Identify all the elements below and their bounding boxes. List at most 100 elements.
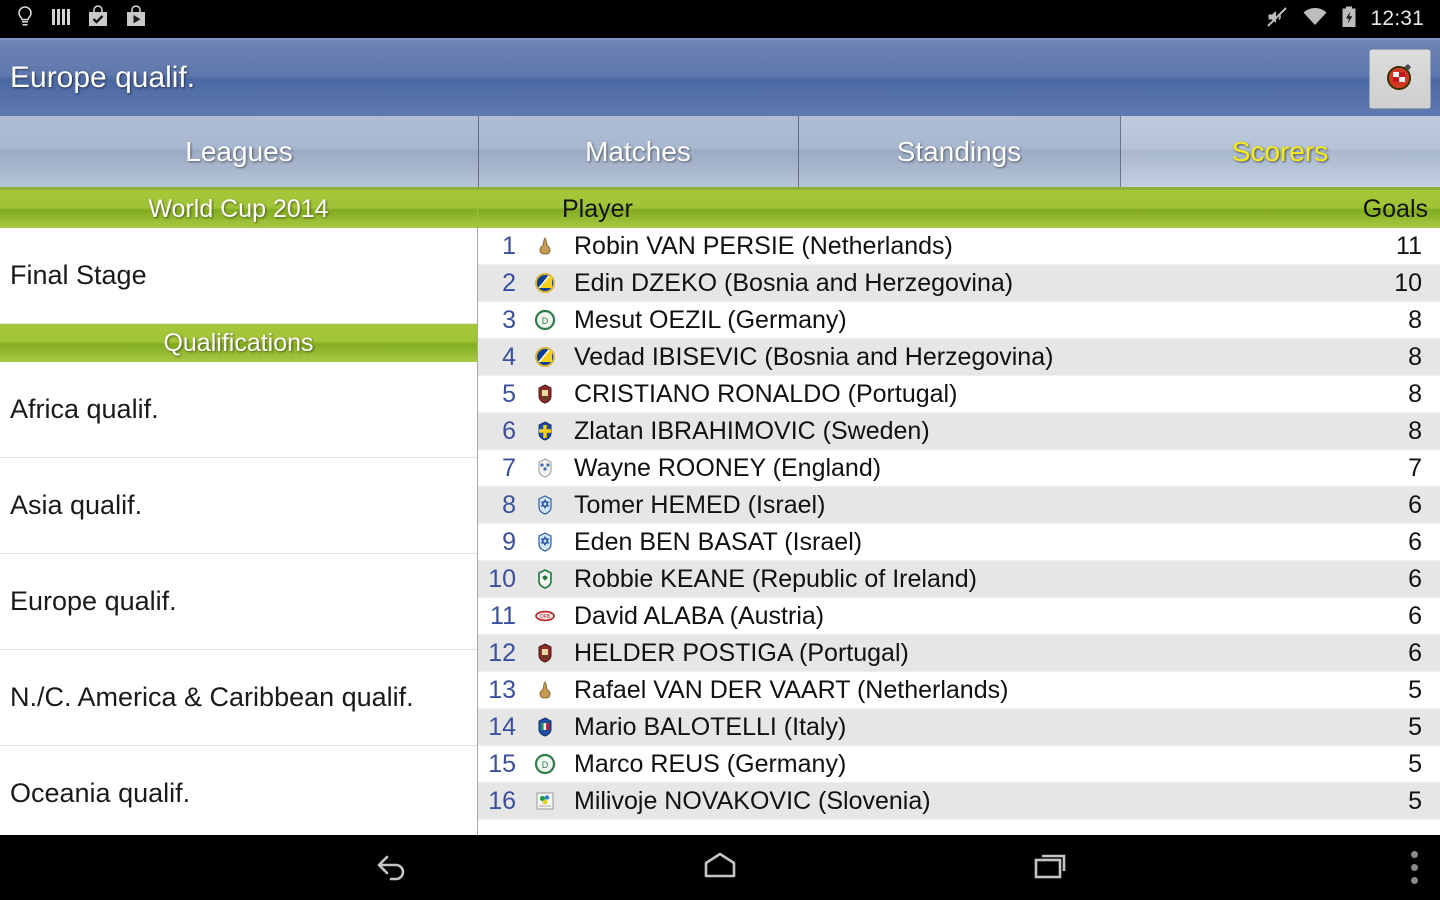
netherlands-flag-icon	[526, 235, 564, 257]
cell-rank: 16	[488, 786, 516, 815]
cell-player-name: Milivoje NOVAKOVIC (Slovenia)	[574, 786, 931, 815]
table-row[interactable]: 9 Eden BEN BASAT (Israel) 6	[478, 524, 1440, 561]
tab-leagues[interactable]: Leagues	[0, 116, 478, 187]
sidebar-item-label: Asia qualif.	[10, 490, 143, 520]
table-row[interactable]: 7 Wayne ROONEY (England) 7	[478, 450, 1440, 487]
cell-rank: 8	[502, 490, 516, 519]
table-row[interactable]: 4 Vedad IBISEVIC (Bosnia and Herzegovina)…	[478, 339, 1440, 376]
table-row[interactable]: 15 D Marco REUS (Germany) 5	[478, 746, 1440, 783]
tab-leagues-label: Leagues	[185, 135, 293, 167]
overflow-menu-icon	[1411, 851, 1418, 858]
status-bar-system: 12:31	[1265, 5, 1440, 34]
bosnia-and-herzegovina-flag-icon	[526, 346, 564, 368]
app-crest-button[interactable]	[1369, 49, 1431, 109]
cell-player-name: Eden BEN BASAT (Israel)	[574, 527, 863, 556]
cell-player-name: Robin VAN PERSIE (Netherlands)	[574, 231, 953, 260]
cell-goals: 5	[1408, 712, 1422, 741]
bars-icon	[50, 5, 72, 34]
cell-rank: 6	[502, 416, 516, 445]
home-button[interactable]	[645, 848, 795, 887]
austria-flag-icon: OFB	[526, 605, 564, 627]
cell-player-name: Wayne ROONEY (England)	[574, 453, 882, 482]
sidebar-item-final-stage[interactable]: Final Stage	[0, 228, 477, 324]
slovenia-flag-icon	[526, 790, 564, 812]
table-row[interactable]: 5 CRISTIANO RONALDO (Portugal) 8	[478, 376, 1440, 413]
checkbox-bag-icon	[86, 4, 110, 34]
sidebar-item-label: Final Stage	[10, 260, 147, 290]
table-row[interactable]: 8 Tomer HEMED (Israel) 6	[478, 487, 1440, 524]
lightbulb-icon	[14, 5, 36, 34]
netherlands-flag-icon	[526, 679, 564, 701]
sidebar-item-oceania-qualif[interactable]: Oceania qualif.	[0, 746, 477, 835]
sidebar-item-europe-qualif[interactable]: Europe qualif.	[0, 554, 477, 650]
table-row[interactable]: 3 D Mesut OEZIL (Germany) 8	[478, 302, 1440, 339]
table-row[interactable]: 12 HELDER POSTIGA (Portugal) 6	[478, 635, 1440, 672]
tab-scorers[interactable]: Scorers	[1120, 116, 1440, 187]
bosnia-and-herzegovina-flag-icon	[526, 272, 564, 294]
england-flag-icon	[526, 457, 564, 479]
portugal-flag-icon	[526, 642, 564, 664]
sidebar-item-africa-qualif[interactable]: Africa qualif.	[0, 362, 477, 458]
cell-player-name: Marco REUS (Germany)	[574, 749, 847, 778]
table-row[interactable]: 10 Robbie KEANE (Republic of Ireland) 6	[478, 561, 1440, 598]
cell-rank: 15	[488, 749, 516, 778]
table-row[interactable]: 2 Edin DZEKO (Bosnia and Herzegovina) 10	[478, 265, 1440, 302]
table-row[interactable]: 6 Zlatan IBRAHIMOVIC (Sweden) 8	[478, 413, 1440, 450]
cell-player-name: Mesut OEZIL (Germany)	[574, 305, 847, 334]
cell-rank: 12	[488, 638, 516, 667]
mute-icon	[1265, 5, 1289, 34]
cell-goals: 7	[1408, 453, 1422, 482]
tab-scorers-label: Scorers	[1231, 135, 1329, 167]
overflow-menu-icon-dot3	[1411, 877, 1418, 884]
germany-flag-icon: D	[526, 309, 564, 331]
status-bar-clock: 12:31	[1370, 7, 1424, 30]
tab-matches-label: Matches	[585, 135, 691, 167]
cell-player-name: David ALABA (Austria)	[574, 601, 825, 630]
table-row[interactable]: 1 Robin VAN PERSIE (Netherlands) 11	[478, 228, 1440, 265]
svg-text:D: D	[542, 760, 549, 770]
sidebar-item-asia-qualif[interactable]: Asia qualif.	[0, 458, 477, 554]
cell-goals: 11	[1396, 231, 1422, 260]
cell-goals: 6	[1408, 490, 1422, 519]
cell-rank: 14	[488, 712, 516, 741]
overflow-menu-button[interactable]	[1411, 835, 1418, 900]
scorers-panel[interactable]: Player Goals 1 Robin VAN PERSIE (Netherla…	[478, 190, 1440, 835]
tab-bar: Leagues Matches Standings Scorers	[0, 116, 1440, 190]
sidebar-item-nc-america-caribbean-qualif[interactable]: N./C. America & Caribbean qualif.	[0, 650, 477, 746]
page-title: Europe qualif.	[10, 61, 196, 94]
table-row[interactable]: 14 Mario BALOTELLI (Italy) 5	[478, 709, 1440, 746]
cell-goals: 8	[1408, 342, 1422, 371]
cell-player-name: Zlatan IBRAHIMOVIC (Sweden)	[574, 416, 930, 445]
cell-player-name: Rafael VAN DER VAART (Netherlands)	[574, 675, 1009, 704]
table-row[interactable]: 13 Rafael VAN DER VAART (Netherlands) 5	[478, 672, 1440, 709]
back-button[interactable]	[315, 848, 465, 887]
table-row[interactable]: 16 Milivoje NOVAKOVIC (Slovenia) 5	[478, 783, 1440, 820]
leagues-panel[interactable]: World Cup 2014 Final Stage Qualification…	[0, 190, 478, 835]
section-header-qualifications-label: Qualifications	[163, 328, 314, 357]
cell-goals: 8	[1408, 416, 1422, 445]
overflow-menu-icon-dot2	[1411, 864, 1418, 871]
cell-rank: 11	[490, 601, 516, 630]
sidebar-item-label: N./C. America & Caribbean qualif.	[10, 682, 414, 712]
home-icon	[697, 848, 743, 887]
cell-rank: 1	[502, 231, 516, 260]
recents-button[interactable]	[975, 848, 1125, 887]
cell-rank: 7	[502, 453, 516, 482]
table-row-partial[interactable]	[478, 820, 1440, 832]
cell-rank: 10	[488, 564, 516, 593]
android-nav-bar	[0, 835, 1440, 900]
tab-standings[interactable]: Standings	[798, 116, 1120, 187]
cell-goals: 10	[1394, 268, 1422, 297]
title-bar: Europe qualif.	[0, 38, 1440, 116]
back-icon	[368, 848, 412, 887]
status-bar-notifications	[0, 4, 148, 34]
column-header-player: Player	[562, 194, 633, 223]
tab-matches[interactable]: Matches	[478, 116, 798, 187]
status-bar: 12:31	[0, 0, 1440, 38]
sidebar-item-label: Oceania qualif.	[10, 778, 191, 808]
scorers-list: 1 Robin VAN PERSIE (Netherlands) 11 2 Edin D…	[478, 228, 1440, 820]
cell-goals: 8	[1408, 305, 1422, 334]
germany-flag-icon: D	[526, 753, 564, 775]
cell-goals: 6	[1408, 601, 1422, 630]
table-row[interactable]: 11 OFB David ALABA (Austria) 6	[478, 598, 1440, 635]
